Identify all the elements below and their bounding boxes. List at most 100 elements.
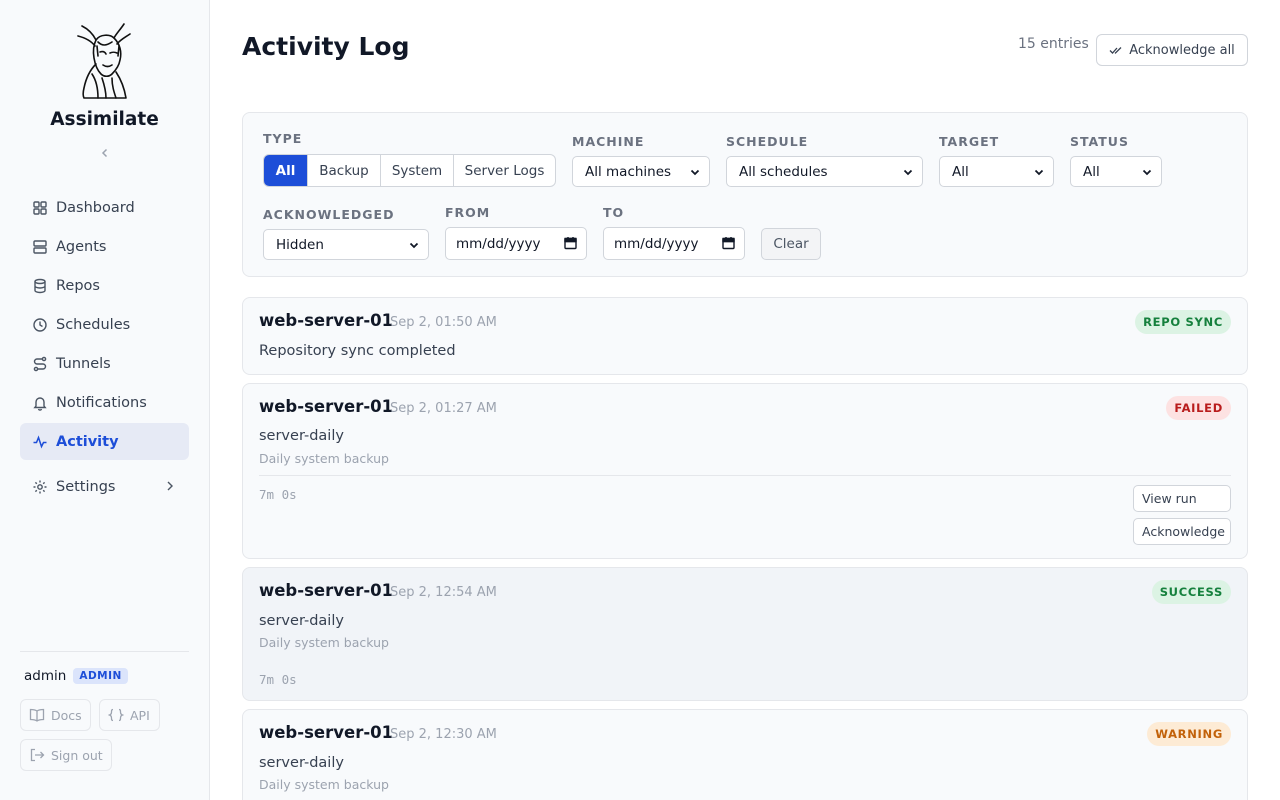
sidebar-item-tunnels[interactable]: Tunnels [20,345,189,382]
chevron-down-icon [1141,166,1153,178]
acknowledge-button[interactable]: Acknowledge [1133,518,1231,545]
sidebar-item-agents[interactable]: Agents [20,228,189,265]
type-option-system[interactable]: System [381,155,454,186]
target-select[interactable]: All [939,156,1054,187]
sidebar-item-repos[interactable]: Repos [20,267,189,304]
sidebar-item-label: Activity [56,433,119,450]
gear-icon [32,479,48,495]
entry-description: Daily system backup [259,635,389,650]
sign-out-label: Sign out [51,747,103,763]
sidebar-item-label: Repos [56,277,100,294]
entry-divider [259,475,1231,476]
schedule-select-value: All schedules [739,163,828,180]
status-badge: SUCCESS [1151,580,1231,604]
collapse-sidebar-button[interactable] [96,144,114,162]
sidebar: Assimilate Dashboard Agents Repos Schedu… [0,0,210,800]
schedule-select[interactable]: All schedules [726,156,923,187]
brand-name: Assimilate [50,109,159,130]
from-date-label: FROM [445,205,491,220]
status-badge: WARNING [1147,722,1231,746]
to-date-placeholder: mm/dd/yyyy [614,235,699,252]
target-select-value: All [952,163,969,180]
entry-duration: 7m 0s [259,487,297,502]
sidebar-nav: Dashboard Agents Repos Schedules Tunnels… [20,189,189,507]
entry-message: server-daily [259,428,344,444]
acknowledge-all-button[interactable]: Acknowledge all [1096,34,1248,66]
sidebar-item-label: Settings [56,478,116,495]
to-date-input[interactable]: mm/dd/yyyy [603,227,745,260]
entry-message: Repository sync completed [259,343,456,359]
view-run-button[interactable]: View run [1133,485,1231,512]
machine-select-value: All machines [585,163,672,180]
log-out-icon [29,748,45,762]
to-date-label: TO [603,205,625,220]
type-option-all[interactable]: All [264,155,308,186]
docs-button[interactable]: Docs [20,699,91,731]
calendar-icon [564,236,577,250]
calendar-icon [722,236,735,250]
activity-entry[interactable]: web-server-01 Sep 2, 01:27 AM FAILED ser… [242,383,1248,559]
entry-duration: 7m 0s [259,672,297,687]
from-date-placeholder: mm/dd/yyyy [456,235,541,252]
type-option-server-logs[interactable]: Server Logs [454,155,555,186]
clear-filters-button[interactable]: Clear [761,228,821,260]
sign-out-button[interactable]: Sign out [20,739,112,771]
entry-time: Sep 2, 01:27 AM [390,401,497,416]
sidebar-item-notifications[interactable]: Notifications [20,384,189,421]
type-filter-label: TYPE [263,131,303,146]
sidebar-item-label: Dashboard [56,199,135,216]
sidebar-item-activity[interactable]: Activity [20,423,189,460]
status-badge: REPO SYNC [1135,310,1231,334]
sidebar-item-label: Tunnels [56,355,111,372]
target-filter-label: TARGET [939,134,1000,149]
activity-entry[interactable]: web-server-01 Sep 2, 12:54 AM SUCCESS se… [242,567,1248,701]
api-button[interactable]: API [99,699,160,731]
from-date-input[interactable]: mm/dd/yyyy [445,227,587,260]
book-icon [29,708,45,722]
chevron-down-icon [1033,166,1045,178]
user-name: admin [24,668,67,684]
sidebar-item-schedules[interactable]: Schedules [20,306,189,343]
acknowledged-select-value: Hidden [276,236,324,253]
page-title: Activity Log [242,32,410,61]
entry-description: Daily system backup [259,777,389,792]
status-select[interactable]: All [1070,156,1162,187]
route-icon [32,356,48,372]
braces-icon [108,708,124,722]
entry-time: Sep 2, 12:30 AM [390,727,497,742]
sidebar-item-settings[interactable]: Settings [20,468,189,505]
entry-message: server-daily [259,755,344,771]
entry-time: Sep 2, 12:54 AM [390,585,497,600]
bell-icon [32,395,48,411]
chevron-down-icon [902,166,914,178]
type-option-backup[interactable]: Backup [308,155,381,186]
acknowledge-all-label: Acknowledge all [1129,42,1235,58]
user-info: admin ADMIN [24,668,128,684]
sidebar-item-label: Schedules [56,316,131,333]
activity-entry[interactable]: web-server-01 Sep 2, 12:30 AM WARNING se… [242,709,1248,800]
sidebar-item-dashboard[interactable]: Dashboard [20,189,189,226]
activity-entry[interactable]: web-server-01 Sep 2, 01:50 AM REPO SYNC … [242,297,1248,375]
database-icon [32,278,48,294]
acknowledged-select[interactable]: Hidden [263,229,429,260]
entry-machine: web-server-01 [259,397,394,416]
acknowledged-filter-label: ACKNOWLEDGED [263,207,395,222]
entry-description: Daily system backup [259,451,389,466]
grid-icon [32,200,48,216]
sidebar-item-label: Notifications [56,394,147,411]
entry-machine: web-server-01 [259,723,394,742]
chevron-down-icon [408,239,420,251]
status-filter-label: STATUS [1070,134,1129,149]
entry-time: Sep 2, 01:50 AM [390,315,497,330]
activity-icon [32,434,48,450]
entry-count: 15 entries [1018,36,1089,52]
machine-select[interactable]: All machines [572,156,710,187]
docs-label: Docs [51,707,82,723]
filter-panel: TYPE All Backup System Server Logs MACHI… [242,112,1248,277]
status-badge: FAILED [1166,396,1231,420]
clock-icon [32,317,48,333]
entry-message: server-daily [259,613,344,629]
machine-filter-label: MACHINE [572,134,645,149]
role-badge: ADMIN [73,668,128,684]
status-select-value: All [1083,163,1100,180]
